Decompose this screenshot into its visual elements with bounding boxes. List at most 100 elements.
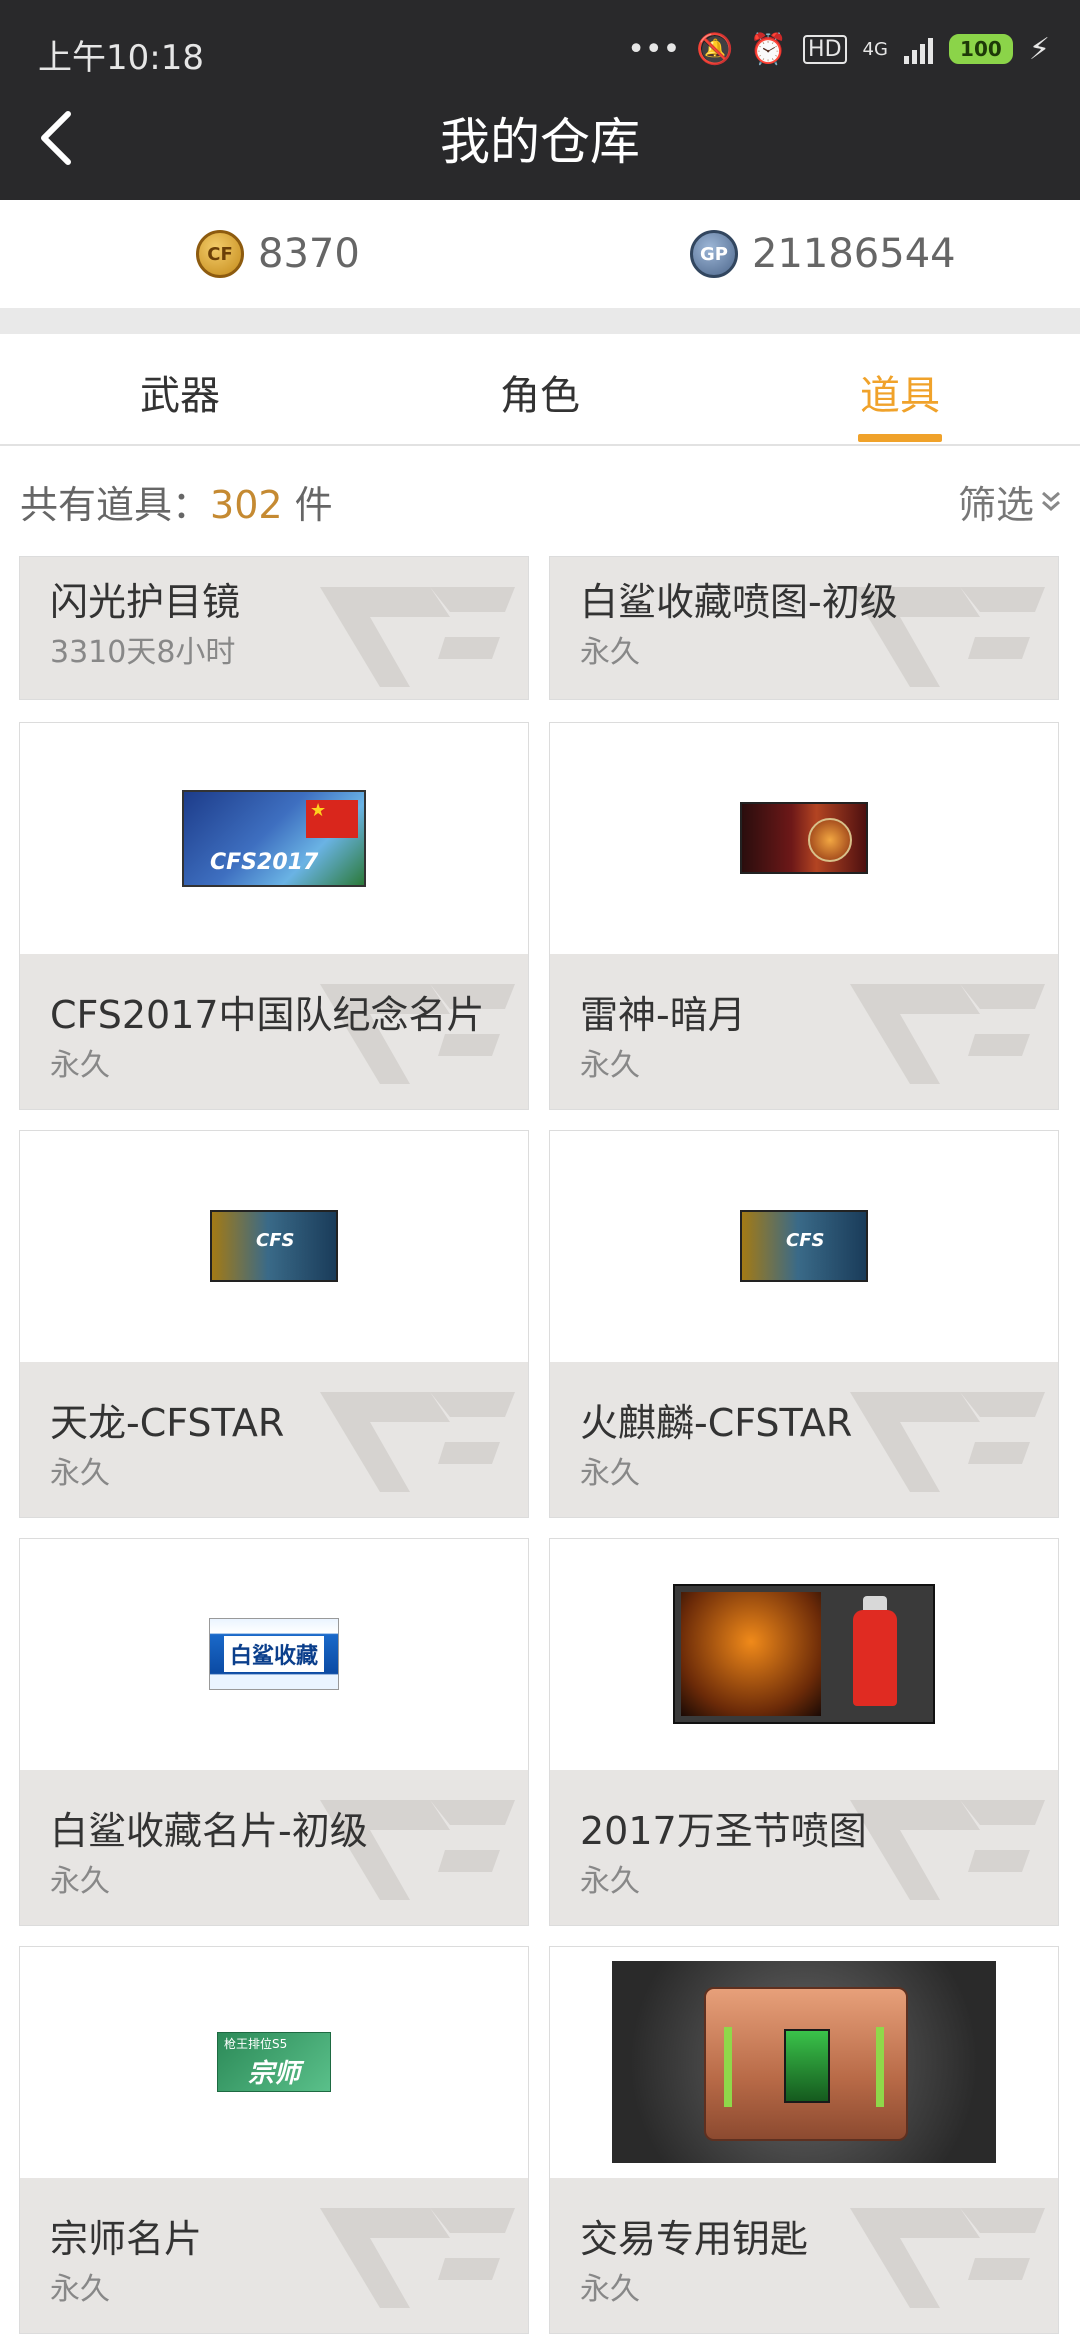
item-card[interactable]: 白鲨收藏喷图-初级 永久 (549, 556, 1059, 700)
active-tab-indicator (858, 434, 942, 442)
item-count-text: 共有道具：302 件 (20, 474, 333, 529)
halloween-scene (681, 1592, 821, 1716)
top-bar: 上午10:18 ••• 🔕 ⏰ HD 4G 100 ⚡ 我的仓库 (0, 0, 1080, 200)
gp-coin-icon: GP (690, 230, 738, 278)
cf-points: CF 8370 (196, 224, 360, 284)
category-tabs: 武器 角色 道具 (0, 334, 1080, 446)
tab-label: 道具 (860, 373, 940, 419)
network-label: 4G (862, 38, 888, 60)
cf-coin-label: CF (207, 243, 233, 265)
item-name: 白鲨收藏名片-初级 (50, 1809, 368, 1853)
item-duration: 永久 (50, 2272, 110, 2307)
trade-key-box-image (612, 1961, 996, 2163)
item-label-area: 闪光护目镜 3310天8小时 (20, 557, 528, 699)
thumb-text: CFS2017 (210, 849, 319, 875)
item-count-prefix: 共有道具： (20, 483, 211, 527)
gp-points: GP 21186544 (690, 224, 956, 284)
filter-label: 筛选 (957, 483, 1034, 527)
page-title: 我的仓库 (440, 113, 640, 171)
tab-roles[interactable]: 角色 (360, 334, 720, 444)
item-name: 宗师名片 (50, 2217, 203, 2261)
double-chevron-down-icon (1042, 491, 1060, 511)
item-duration: 永久 (50, 1864, 110, 1899)
spray-can-icon (853, 1610, 897, 1706)
item-name: 闪光护目镜 (50, 580, 241, 624)
item-image-area (550, 723, 1058, 953)
cfs2017-card-image: CFS2017 (182, 789, 366, 887)
item-label-area: 2017万圣节喷图 永久 (550, 1770, 1058, 1925)
grandmaster-card-image: 枪王排位S5 宗师 (217, 2032, 331, 2092)
item-duration: 3310天8小时 (50, 635, 236, 670)
thumb-text: CFS (786, 1230, 825, 1251)
item-name: CFS2017中国队纪念名片 (50, 993, 485, 1037)
crate-stripe (876, 2027, 884, 2107)
battery-icon: 100 (948, 34, 1013, 64)
item-card[interactable]: 枪王排位S5 宗师 宗师名片 永久 (19, 1946, 529, 2334)
item-card[interactable]: CFS2017 CFS2017中国队纪念名片 永久 (19, 722, 529, 1110)
crate-stripe (724, 2027, 732, 2107)
item-count-unit: 件 (282, 483, 333, 527)
status-icons: ••• 🔕 ⏰ HD 4G 100 ⚡ (627, 26, 1050, 72)
item-card[interactable]: 雷神-暗月 永久 (549, 722, 1059, 1110)
item-label-area: 宗师名片 永久 (20, 2178, 528, 2333)
item-label-area: 雷神-暗月 永久 (550, 954, 1058, 1109)
cf-watermark-icon (850, 2208, 1045, 2308)
alarm-icon: ⏰ (749, 31, 788, 67)
cf-watermark-icon (850, 1392, 1045, 1492)
item-duration: 永久 (580, 1864, 640, 1899)
item-image-area (550, 1947, 1058, 2177)
gp-coin-label: GP (700, 243, 728, 265)
item-count: 302 (210, 483, 283, 527)
item-label-area: 白鲨收藏喷图-初级 永久 (550, 557, 1058, 699)
cfstar-image: CFS (210, 1210, 338, 1282)
item-name: 交易专用钥匙 (580, 2217, 809, 2261)
mute-bell-icon: 🔕 (696, 31, 734, 67)
item-card[interactable]: 白鲨收藏 白鲨收藏名片-初级 永久 (19, 1538, 529, 1926)
item-name: 火麒麟-CFSTAR (580, 1401, 853, 1445)
battery-level: 100 (960, 37, 1002, 61)
halloween-spray-image (673, 1584, 935, 1724)
item-card[interactable]: CFS 火麒麟-CFSTAR 永久 (549, 1130, 1059, 1518)
item-name: 白鲨收藏喷图-初级 (580, 580, 898, 624)
thumb-text: CFS (256, 1230, 295, 1251)
item-label-area: CFS2017中国队纪念名片 永久 (20, 954, 528, 1109)
gp-points-value: 21186544 (752, 231, 956, 277)
cf-points-value: 8370 (258, 231, 360, 277)
china-flag-icon (306, 799, 358, 838)
cf-watermark-icon (850, 984, 1045, 1084)
signal-icon (903, 34, 933, 64)
cfstar-image: CFS (740, 1210, 868, 1282)
tab-weapons[interactable]: 武器 (0, 334, 360, 444)
item-image-area: CFS (20, 1131, 528, 1361)
item-name: 天龙-CFSTAR (50, 1401, 285, 1445)
tab-label: 角色 (500, 373, 580, 419)
item-label-area: 天龙-CFSTAR 永久 (20, 1362, 528, 1517)
item-label-area: 火麒麟-CFSTAR 永久 (550, 1362, 1058, 1517)
thumb-text: 白鲨收藏 (223, 1636, 324, 1672)
item-name: 雷神-暗月 (580, 993, 746, 1037)
item-duration: 永久 (50, 1048, 110, 1083)
hd-icon: HD (803, 34, 847, 64)
item-image-area: CFS2017 (20, 723, 528, 953)
tab-items[interactable]: 道具 (720, 334, 1080, 444)
item-grid: 闪光护目镜 3310天8小时 白鲨收藏喷图-初级 永久 CFS2017 CFS2… (0, 550, 1080, 2340)
crate-emblem (784, 2029, 830, 2103)
thumb-text: 枪王排位S5 (224, 2037, 288, 2051)
tab-label: 武器 (140, 373, 220, 419)
cf-watermark-icon (850, 1800, 1045, 1900)
more-icon: ••• (627, 31, 681, 67)
item-duration: 永久 (580, 635, 640, 670)
item-card[interactable]: CFS 天龙-CFSTAR 永久 (19, 1130, 529, 1518)
item-card[interactable]: 2017万圣节喷图 永久 (549, 1538, 1059, 1926)
item-image-area: CFS (550, 1131, 1058, 1361)
scope-icon (808, 818, 852, 862)
item-card[interactable]: 闪光护目镜 3310天8小时 (19, 556, 529, 700)
item-card[interactable]: 交易专用钥匙 永久 (549, 1946, 1059, 2334)
charging-icon: ⚡ (1028, 31, 1050, 67)
cf-coin-icon: CF (196, 230, 244, 278)
filter-button[interactable]: 筛选 (958, 474, 1062, 529)
cf-watermark-icon (320, 587, 515, 687)
status-time: 上午10:18 (38, 38, 204, 78)
item-duration: 永久 (580, 2272, 640, 2307)
item-image-area: 白鲨收藏 (20, 1539, 528, 1769)
